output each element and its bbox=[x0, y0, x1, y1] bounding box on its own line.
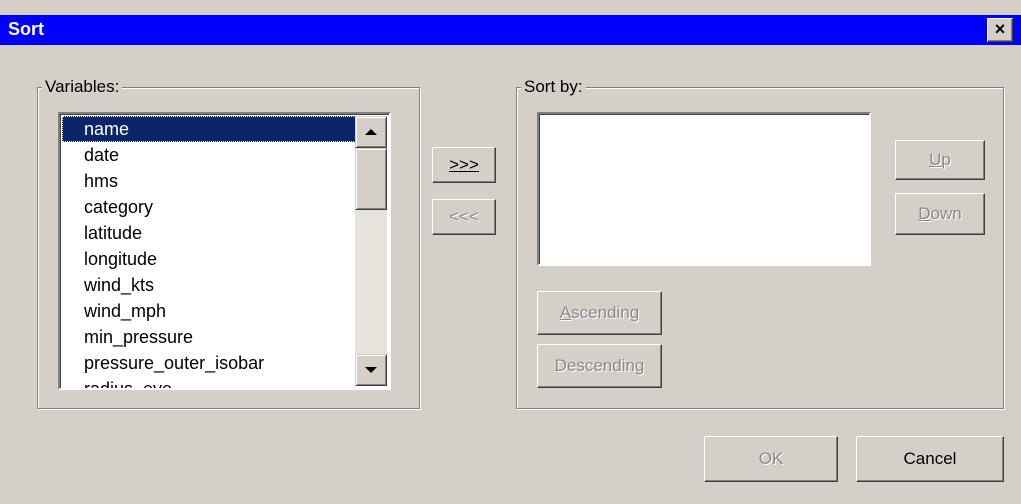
down-button-label: Down bbox=[918, 204, 962, 223]
variables-listbox[interactable]: name date hms category latitude longitud… bbox=[58, 112, 391, 390]
ascending-button-label: Ascending bbox=[559, 303, 640, 322]
up-button[interactable]: Up bbox=[895, 140, 985, 180]
up-button-label: Up bbox=[929, 150, 951, 169]
add-to-sort-label: >>> bbox=[449, 155, 479, 174]
list-item[interactable]: wind_mph bbox=[62, 298, 358, 324]
remove-from-sort-label: <<< bbox=[449, 207, 479, 226]
ok-button-label: OK bbox=[758, 449, 784, 468]
list-item[interactable]: latitude bbox=[62, 220, 358, 246]
arrow-down-icon bbox=[365, 367, 377, 373]
list-item[interactable]: hms bbox=[62, 168, 358, 194]
list-item[interactable]: date bbox=[62, 142, 358, 168]
list-item[interactable]: longitude bbox=[62, 246, 358, 272]
list-item[interactable]: radius_eye bbox=[62, 376, 358, 388]
close-icon: × bbox=[994, 19, 1006, 39]
sort-by-listbox[interactable] bbox=[537, 112, 871, 266]
scroll-down-button[interactable] bbox=[355, 354, 387, 386]
list-item[interactable]: wind_kts bbox=[62, 272, 358, 298]
scroll-up-button[interactable] bbox=[355, 116, 387, 148]
list-item[interactable]: category bbox=[62, 194, 358, 220]
variables-scrollbar[interactable] bbox=[355, 116, 387, 386]
cancel-button[interactable]: Cancel bbox=[856, 436, 1004, 482]
cancel-button-label: Cancel bbox=[903, 449, 957, 468]
remove-from-sort-button[interactable]: <<< bbox=[432, 199, 496, 235]
scroll-thumb[interactable] bbox=[355, 148, 387, 210]
list-item[interactable]: min_pressure bbox=[62, 324, 358, 350]
down-button[interactable]: Down bbox=[895, 193, 985, 235]
ascending-button[interactable]: Ascending bbox=[537, 291, 662, 335]
descending-button-label: Descending bbox=[554, 356, 645, 375]
add-to-sort-button[interactable]: >>> bbox=[432, 147, 496, 183]
close-button[interactable]: × bbox=[987, 18, 1013, 42]
arrow-up-icon bbox=[365, 129, 377, 135]
descending-button[interactable]: Descending bbox=[537, 344, 662, 388]
variables-label: Variables: bbox=[42, 77, 123, 97]
variables-list: name date hms category latitude longitud… bbox=[62, 116, 358, 388]
sort-by-label: Sort by: bbox=[521, 77, 586, 97]
list-item[interactable]: pressure_outer_isobar bbox=[62, 350, 358, 376]
ok-button[interactable]: OK bbox=[704, 436, 838, 482]
window-title: Sort bbox=[8, 19, 44, 39]
list-item[interactable]: name bbox=[62, 116, 358, 142]
title-bar: Sort × bbox=[0, 15, 1021, 45]
